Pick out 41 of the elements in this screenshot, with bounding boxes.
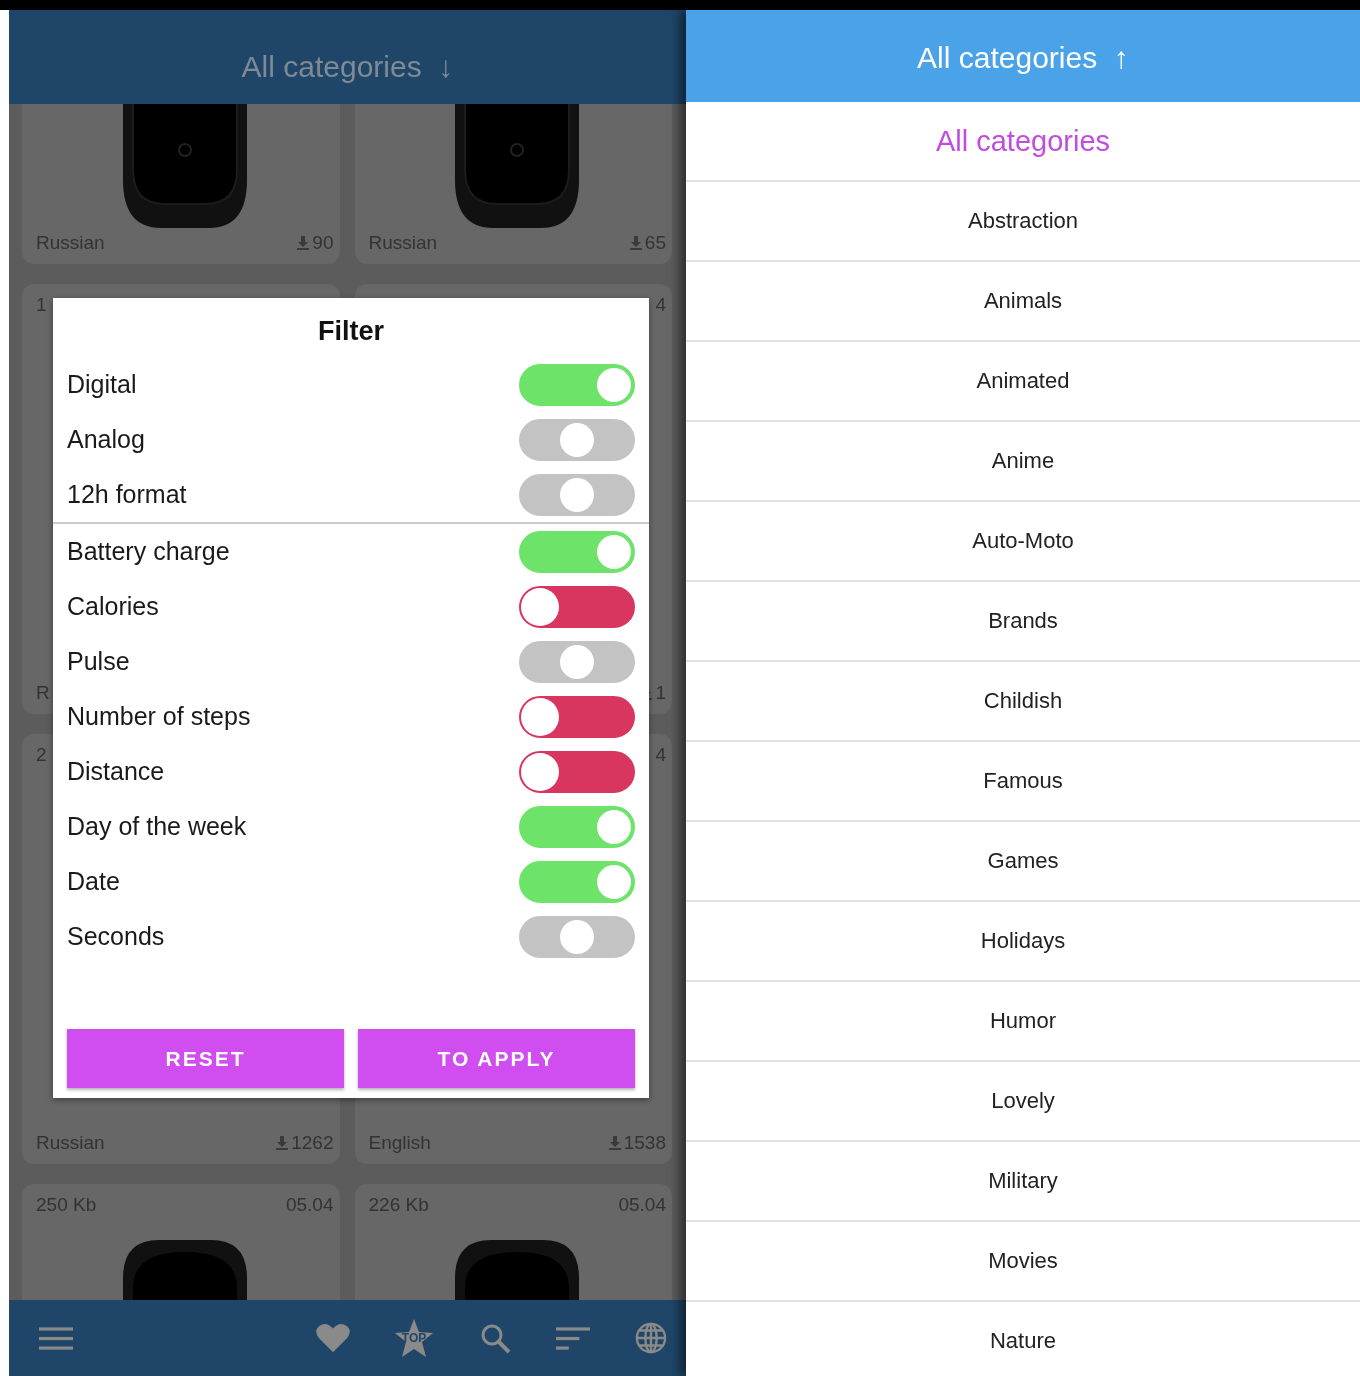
tri-state-toggle[interactable] xyxy=(519,363,635,406)
category-item[interactable]: Holidays xyxy=(686,902,1360,982)
filter-label: Distance xyxy=(67,757,165,786)
tri-state-toggle[interactable] xyxy=(519,805,635,848)
category-item[interactable]: Abstraction xyxy=(686,182,1360,262)
filter-label: Date xyxy=(67,867,120,896)
category-item[interactable]: Brands xyxy=(686,582,1360,662)
category-item[interactable]: Movies xyxy=(686,1222,1360,1302)
filter-label: Seconds xyxy=(67,922,165,951)
filter-label: Day of the week xyxy=(67,812,247,841)
category-item[interactable]: Famous xyxy=(686,742,1360,822)
tri-state-toggle[interactable] xyxy=(519,418,635,461)
category-item[interactable]: Animals xyxy=(686,262,1360,342)
tri-state-toggle[interactable] xyxy=(519,473,635,516)
tri-state-toggle[interactable] xyxy=(519,750,635,793)
category-item[interactable]: Humor xyxy=(686,982,1360,1062)
tri-state-toggle[interactable] xyxy=(519,695,635,738)
category-item[interactable]: Anime xyxy=(686,422,1360,502)
heart-icon[interactable] xyxy=(316,1322,350,1354)
tri-state-toggle[interactable] xyxy=(519,860,635,903)
filter-label: Battery charge xyxy=(67,537,230,566)
category-item[interactable]: Military xyxy=(686,1142,1360,1222)
filter-label: Analog xyxy=(67,425,145,454)
category-item[interactable]: Games xyxy=(686,822,1360,902)
filter-label: Number of steps xyxy=(67,702,251,731)
dialog-title: Filter xyxy=(317,315,385,348)
filter-label: Digital xyxy=(67,370,137,399)
tri-state-toggle[interactable] xyxy=(519,530,635,573)
category-item[interactable]: Childish xyxy=(686,662,1360,742)
tri-state-toggle[interactable] xyxy=(519,585,635,628)
category-item[interactable]: Lovely xyxy=(686,1062,1360,1142)
globe-icon[interactable] xyxy=(634,1322,668,1354)
category-item[interactable]: Nature xyxy=(686,1302,1360,1376)
tri-state-toggle[interactable] xyxy=(519,640,635,683)
category-item[interactable]: Animated xyxy=(686,342,1360,422)
tri-state-toggle[interactable] xyxy=(519,915,635,958)
category-item[interactable]: Auto-Moto xyxy=(686,502,1360,582)
category-item[interactable]: All categories xyxy=(686,102,1360,182)
filter-label: Pulse xyxy=(67,647,130,676)
filter-label: 12h format xyxy=(67,480,187,509)
filter-label: Calories xyxy=(67,592,159,621)
